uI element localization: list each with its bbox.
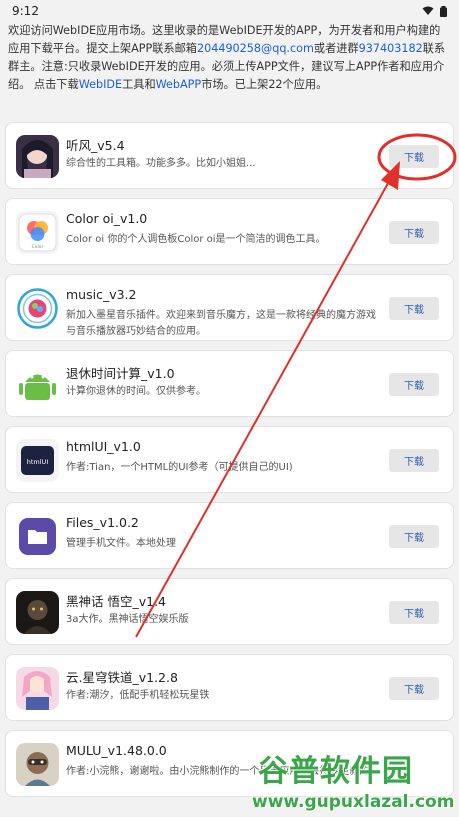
- wukong-app-icon: [16, 591, 59, 634]
- app-desc: 综合性的工具箱。功能多多。比如小姐姐...: [66, 158, 256, 169]
- app-title: Files_v1.0.2: [66, 515, 139, 530]
- app-card[interactable]: 黑神话 悟空_v1.4 3a大作。黑神话悟空娱乐版 下载: [5, 578, 454, 645]
- download-button[interactable]: 下载: [389, 525, 439, 548]
- app-list: 听风_v5.4 综合性的工具箱。功能多多。比如小姐姐... 下载 Color C…: [5, 122, 454, 806]
- battery-icon: [440, 5, 447, 17]
- app-title: music_v3.2: [66, 287, 137, 302]
- download-button[interactable]: 下载: [389, 601, 439, 624]
- wifi-icon: [422, 6, 434, 15]
- app-card[interactable]: Color Color oi_v1.0 Color oi 你的个人调色板Colo…: [5, 198, 454, 265]
- app-desc: 管理手机文件。本地处理: [66, 538, 176, 549]
- color-oi-icon-label: Color: [32, 244, 44, 250]
- app-title: 退休时间计算_v1.0: [66, 366, 175, 381]
- webapp-link[interactable]: WebAPP: [156, 78, 202, 91]
- download-button[interactable]: 下载: [389, 677, 439, 700]
- watermark-name: 谷普软件园: [258, 754, 413, 789]
- app-desc: 3a大作。黑神话悟空娱乐版: [66, 614, 189, 625]
- star-rail-app-icon: [16, 667, 59, 710]
- folder-app-icon: [16, 515, 59, 558]
- app-desc: Color oi 你的个人调色板Color oi是一个简洁的调色工具。: [66, 234, 326, 245]
- app-title: Color oi_v1.0: [66, 211, 148, 226]
- app-title: htmlUI_v1.0: [66, 439, 141, 454]
- download-button[interactable]: 下载: [389, 297, 439, 320]
- download-button[interactable]: 下载: [389, 221, 439, 244]
- intro-text: 欢迎访问WebIDE应用市场。这里收录的是WebIDE开发的APP，为开发者和用…: [0, 22, 459, 108]
- app-desc: 作者:Tian，一个HTML的UI参考（可提供自己的UI): [66, 462, 293, 473]
- intro-part2: 或者进群: [313, 42, 359, 55]
- app-card[interactable]: 云.星穹铁道_v1.2.8 作者:潮汐，低配手机轻松玩星铁 下载: [5, 654, 454, 721]
- app-title: 听风_v5.4: [66, 138, 125, 153]
- email-link[interactable]: 204490258@qq.com: [197, 42, 314, 55]
- tingfeng-app-icon: [16, 135, 59, 178]
- app-desc: 计算你退休的时间。仅供参考。: [66, 386, 206, 397]
- htmlui-app-icon: htmlUI: [16, 439, 59, 482]
- group-link[interactable]: 937403182: [359, 42, 423, 55]
- color-oi-app-icon: Color: [16, 211, 59, 254]
- music-app-icon: [16, 287, 59, 330]
- app-card[interactable]: Files_v1.0.2 管理手机文件。本地处理 下载: [5, 502, 454, 569]
- download-button[interactable]: 下载: [389, 145, 439, 168]
- htmlui-icon-label: htmlUI: [27, 458, 49, 466]
- app-card[interactable]: 退休时间计算_v1.0 计算你退休的时间。仅供参考。 下载: [5, 350, 454, 417]
- app-title: 黑神话 悟空_v1.4: [66, 594, 167, 609]
- app-card[interactable]: 听风_v5.4 综合性的工具箱。功能多多。比如小姐姐... 下载: [5, 122, 454, 189]
- app-title: 云.星穹铁道_v1.2.8: [66, 670, 178, 685]
- app-desc: 作者:潮汐，低配手机轻松玩星铁: [66, 690, 210, 701]
- raccoon-app-icon: [16, 743, 59, 786]
- app-title: MULU_v1.48.0.0: [66, 743, 167, 758]
- app-desc: 新加入墨星音乐插件。欢迎来到音乐魔方，这是一款将经典的魔方游戏与音乐播放器巧妙结…: [66, 310, 376, 337]
- webide-link[interactable]: WebIDE: [79, 78, 122, 91]
- download-button[interactable]: 下载: [389, 373, 439, 396]
- watermark-url: www.gupuxlazal.com: [252, 792, 455, 812]
- intro-part4: 工具和: [122, 78, 156, 91]
- app-card[interactable]: music_v3.2 新加入墨星音乐插件。欢迎来到音乐魔方，这是一款将经典的魔方…: [5, 274, 454, 341]
- status-bar: 9:12: [0, 0, 459, 22]
- status-time: 9:12: [12, 4, 39, 18]
- app-card[interactable]: htmlUI htmlUI_v1.0 作者:Tian，一个HTML的UI参考（可…: [5, 426, 454, 493]
- android-app-icon: [16, 363, 59, 406]
- intro-part5: 市场。已上架22个应用。: [201, 78, 328, 91]
- download-button[interactable]: 下载: [389, 449, 439, 472]
